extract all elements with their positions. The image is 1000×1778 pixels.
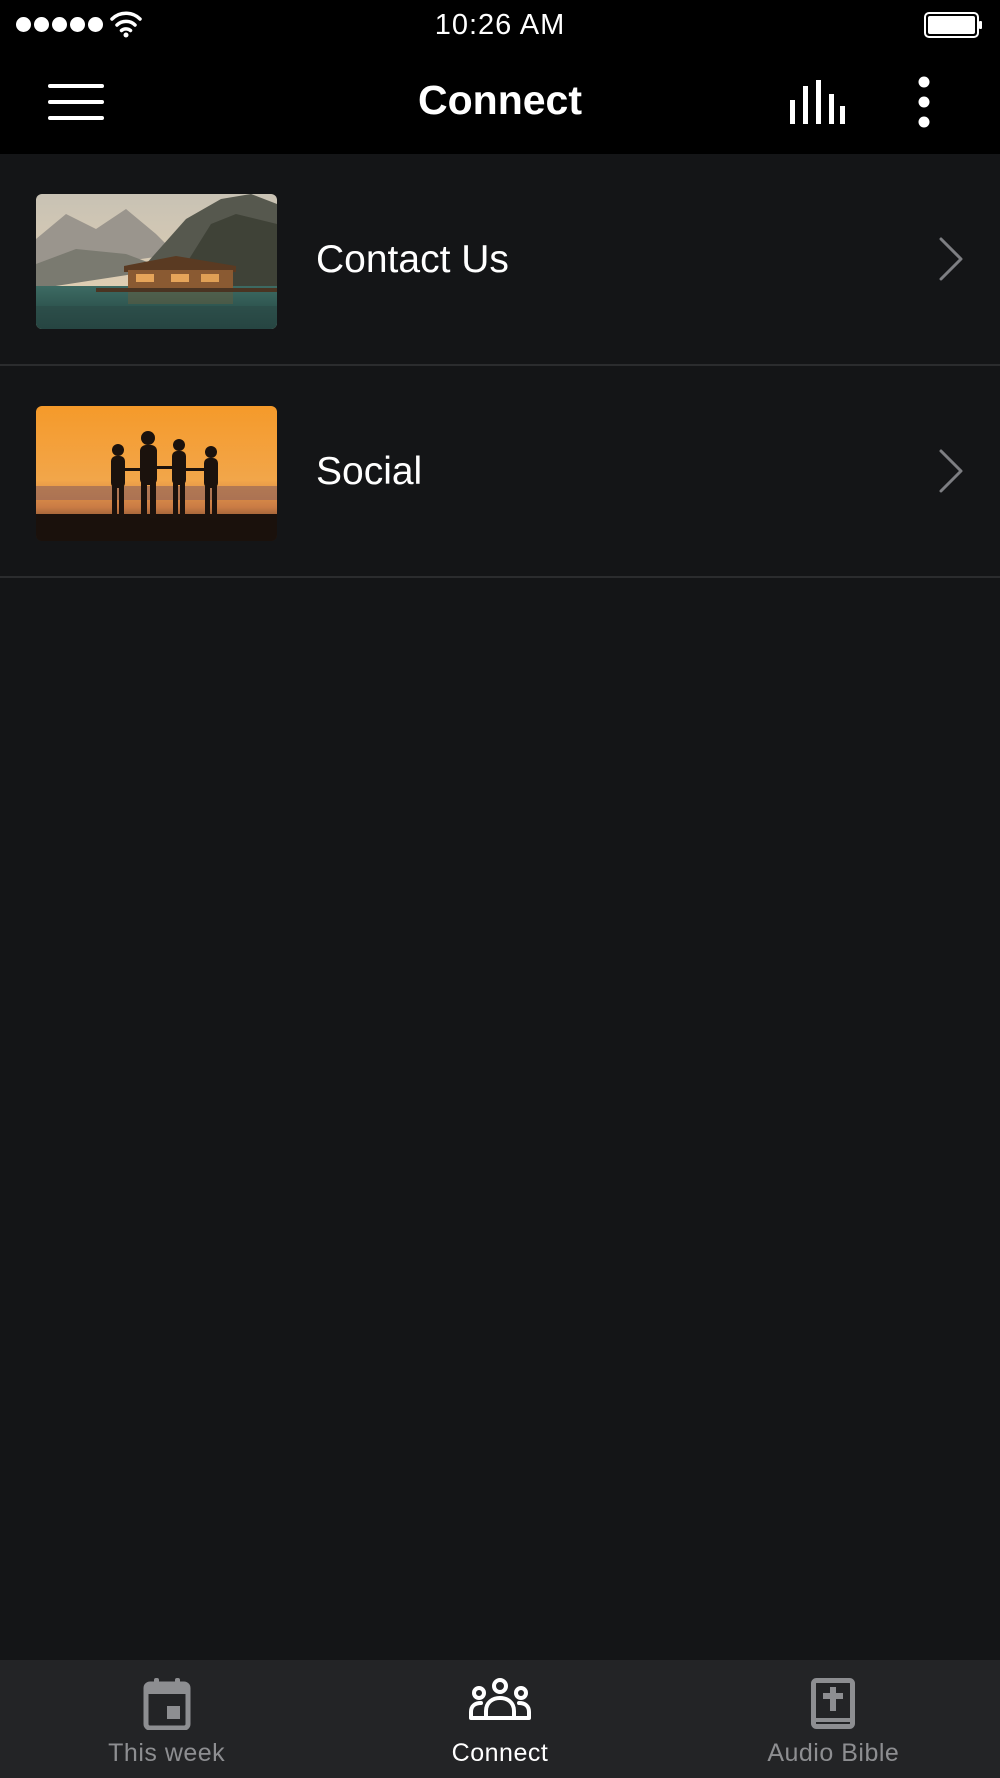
lake-cabin-mountains-photo	[36, 194, 277, 329]
page-title: Connect	[418, 77, 582, 123]
list-item-label: Social	[316, 450, 423, 493]
status-bar: 10:26 AM	[0, 0, 1000, 50]
list-item-social[interactable]: Social	[0, 366, 1000, 578]
tab-label: Audio Bible	[767, 1739, 900, 1767]
tab-label: This week	[108, 1739, 226, 1767]
list-item-label: Contact Us	[316, 238, 509, 281]
tab-audio-bible[interactable]: Audio Bible	[667, 1660, 1000, 1778]
tab-connect[interactable]: Connect	[333, 1660, 666, 1778]
status-time: 10:26 AM	[434, 9, 566, 41]
nav-bar: Connect	[0, 50, 1000, 154]
calendar-icon	[143, 1678, 191, 1730]
tab-this-week[interactable]: This week	[0, 1660, 333, 1778]
list-item-contact-us[interactable]: Contact Us	[0, 154, 1000, 366]
connect-list: Contact Us Social	[0, 154, 1000, 578]
chevron-right-icon	[939, 449, 963, 493]
more-vertical-icon[interactable]	[912, 76, 936, 128]
group-icon	[468, 1678, 531, 1720]
battery-icon	[924, 12, 982, 38]
equalizer-icon[interactable]	[788, 80, 846, 124]
tab-label: Connect	[451, 1739, 549, 1767]
bible-icon	[811, 1678, 856, 1729]
family-sunset-silhouette-photo	[36, 406, 277, 541]
chevron-right-icon	[939, 237, 963, 281]
tab-bar: This week Connect Audio Bible	[0, 1660, 1000, 1778]
